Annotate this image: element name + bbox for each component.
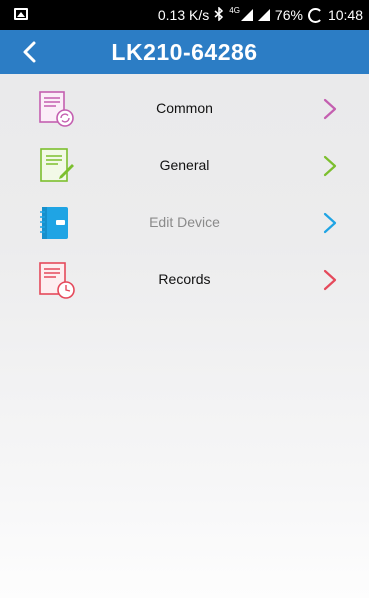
status-bar: 0.13 K/s 4G 76% 10:48 xyxy=(0,0,369,30)
menu-item-records[interactable]: Records xyxy=(0,251,369,308)
chevron-right-icon xyxy=(323,98,337,120)
settings-menu: Common General Edit Device Records xyxy=(0,80,369,308)
bluetooth-icon xyxy=(214,5,224,24)
image-icon xyxy=(14,8,28,20)
signal-icon xyxy=(240,9,253,21)
signal-icon-2 xyxy=(257,9,270,21)
menu-item-general[interactable]: General xyxy=(0,137,369,194)
chevron-right-icon xyxy=(323,269,337,291)
menu-item-common[interactable]: Common xyxy=(0,80,369,137)
chevron-right-icon xyxy=(323,212,337,234)
menu-item-label: General xyxy=(159,157,210,173)
network-type: 4G xyxy=(229,5,240,15)
network-speed: 0.13 K/s xyxy=(157,7,210,23)
page-title: LK210-64286 xyxy=(111,39,258,65)
menu-item-label: Edit Device xyxy=(149,214,220,230)
menu-item-edit-device[interactable]: Edit Device xyxy=(0,194,369,251)
chevron-right-icon xyxy=(323,155,337,177)
app-header: LK210-64286 xyxy=(0,30,369,74)
clock: 10:48 xyxy=(327,7,363,23)
menu-item-label: Common xyxy=(156,100,213,116)
battery-level: 76% xyxy=(274,7,303,23)
status-right: 0.13 K/s 4G 76% 10:48 xyxy=(158,0,363,30)
battery-saver-icon xyxy=(307,7,323,23)
menu-item-label: Records xyxy=(158,271,211,287)
